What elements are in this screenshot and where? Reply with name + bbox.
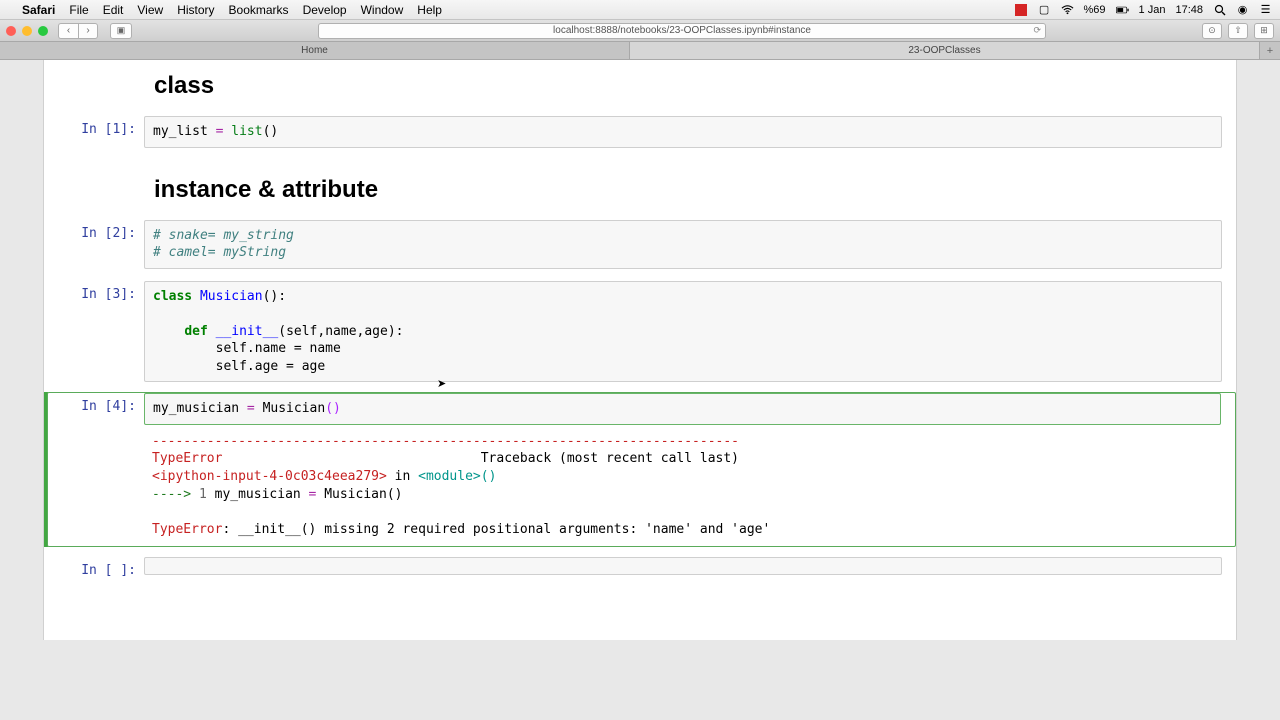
prompt-empty-cell: In [ ]: <box>44 557 144 578</box>
back-button[interactable]: ‹ <box>58 23 78 39</box>
code-input-empty[interactable] <box>144 557 1222 575</box>
code-input-2[interactable]: # snake= my_string # camel= myString <box>144 220 1222 269</box>
menu-history[interactable]: History <box>177 3 214 17</box>
tabs-button[interactable]: ⊞ <box>1254 23 1274 39</box>
mac-menubar: Safari File Edit View History Bookmarks … <box>0 0 1280 20</box>
menu-view[interactable]: View <box>137 3 163 17</box>
markdown-cell-class[interactable]: class <box>44 64 1236 114</box>
prompt-empty-2 <box>44 170 144 216</box>
code-cell-2[interactable]: In [2]: # snake= my_string # camel= mySt… <box>44 218 1236 271</box>
date-text: 1 Jan <box>1139 4 1166 16</box>
prompt-3: In [3]: <box>44 281 144 383</box>
menu-develop[interactable]: Develop <box>303 3 347 17</box>
battery-text: %69 <box>1084 4 1106 16</box>
maximize-window-button[interactable] <box>38 26 48 36</box>
url-text: localhost:8888/notebooks/23-OOPClasses.i… <box>553 25 811 36</box>
code-cell-1[interactable]: In [1]: my_list = list() <box>44 114 1236 150</box>
minimize-window-button[interactable] <box>22 26 32 36</box>
downloads-button[interactable]: ⊙ <box>1202 23 1222 39</box>
notebook-viewport[interactable]: class In [1]: my_list = list() instance … <box>0 60 1280 720</box>
heading-class: class <box>154 72 1212 100</box>
forward-button[interactable]: › <box>78 23 98 39</box>
code-cell-empty[interactable]: In [ ]: <box>44 555 1236 580</box>
notebook-container: class In [1]: my_list = list() instance … <box>43 60 1237 640</box>
tab-notebook[interactable]: 23-OOPClasses <box>630 42 1260 59</box>
prompt-4: In [4]: <box>48 393 144 546</box>
error-output: ----------------------------------------… <box>144 425 1221 546</box>
app-name[interactable]: Safari <box>22 3 55 17</box>
code-input-1[interactable]: my_list = list() <box>144 116 1222 148</box>
code-input-4[interactable]: my_musician = Musician() <box>144 393 1221 425</box>
share-button[interactable]: ⇧ <box>1228 23 1248 39</box>
heading-instance: instance & attribute <box>154 176 1212 204</box>
new-tab-button[interactable]: + <box>1260 42 1280 59</box>
battery-icon[interactable] <box>1116 3 1129 16</box>
tab-bar: Home 23-OOPClasses + <box>0 42 1280 60</box>
code-cell-3[interactable]: In [3]: class Musician(): def __init__(s… <box>44 279 1236 385</box>
code-input-3[interactable]: class Musician(): def __init__(self,name… <box>144 281 1222 383</box>
notification-icon[interactable]: ☰ <box>1259 3 1272 16</box>
time-text: 17:48 <box>1175 4 1203 16</box>
status-red-icon[interactable] <box>1015 3 1028 16</box>
menu-window[interactable]: Window <box>361 3 404 17</box>
reload-icon[interactable]: ⟳ <box>1033 25 1041 36</box>
url-bar[interactable]: localhost:8888/notebooks/23-OOPClasses.i… <box>318 23 1046 39</box>
window-controls <box>6 26 48 36</box>
menu-help[interactable]: Help <box>417 3 442 17</box>
prompt-2: In [2]: <box>44 220 144 269</box>
code-cell-4[interactable]: In [4]: my_musician = Musician() -------… <box>44 390 1236 549</box>
menu-edit[interactable]: Edit <box>103 3 124 17</box>
sidebar-button[interactable]: ▣ <box>110 23 132 39</box>
close-window-button[interactable] <box>6 26 16 36</box>
markdown-cell-instance[interactable]: instance & attribute <box>44 168 1236 218</box>
wifi-icon[interactable] <box>1061 3 1074 16</box>
tab-home[interactable]: Home <box>0 42 630 59</box>
siri-icon[interactable]: ◉ <box>1236 3 1249 16</box>
browser-toolbar: ‹ › ▣ localhost:8888/notebooks/23-OOPCla… <box>0 20 1280 42</box>
spotlight-icon[interactable] <box>1213 3 1226 16</box>
menu-file[interactable]: File <box>69 3 88 17</box>
menu-bookmarks[interactable]: Bookmarks <box>229 3 289 17</box>
prompt-1: In [1]: <box>44 116 144 148</box>
prompt-empty <box>44 66 144 112</box>
airplay-icon[interactable]: ▢ <box>1038 3 1051 16</box>
